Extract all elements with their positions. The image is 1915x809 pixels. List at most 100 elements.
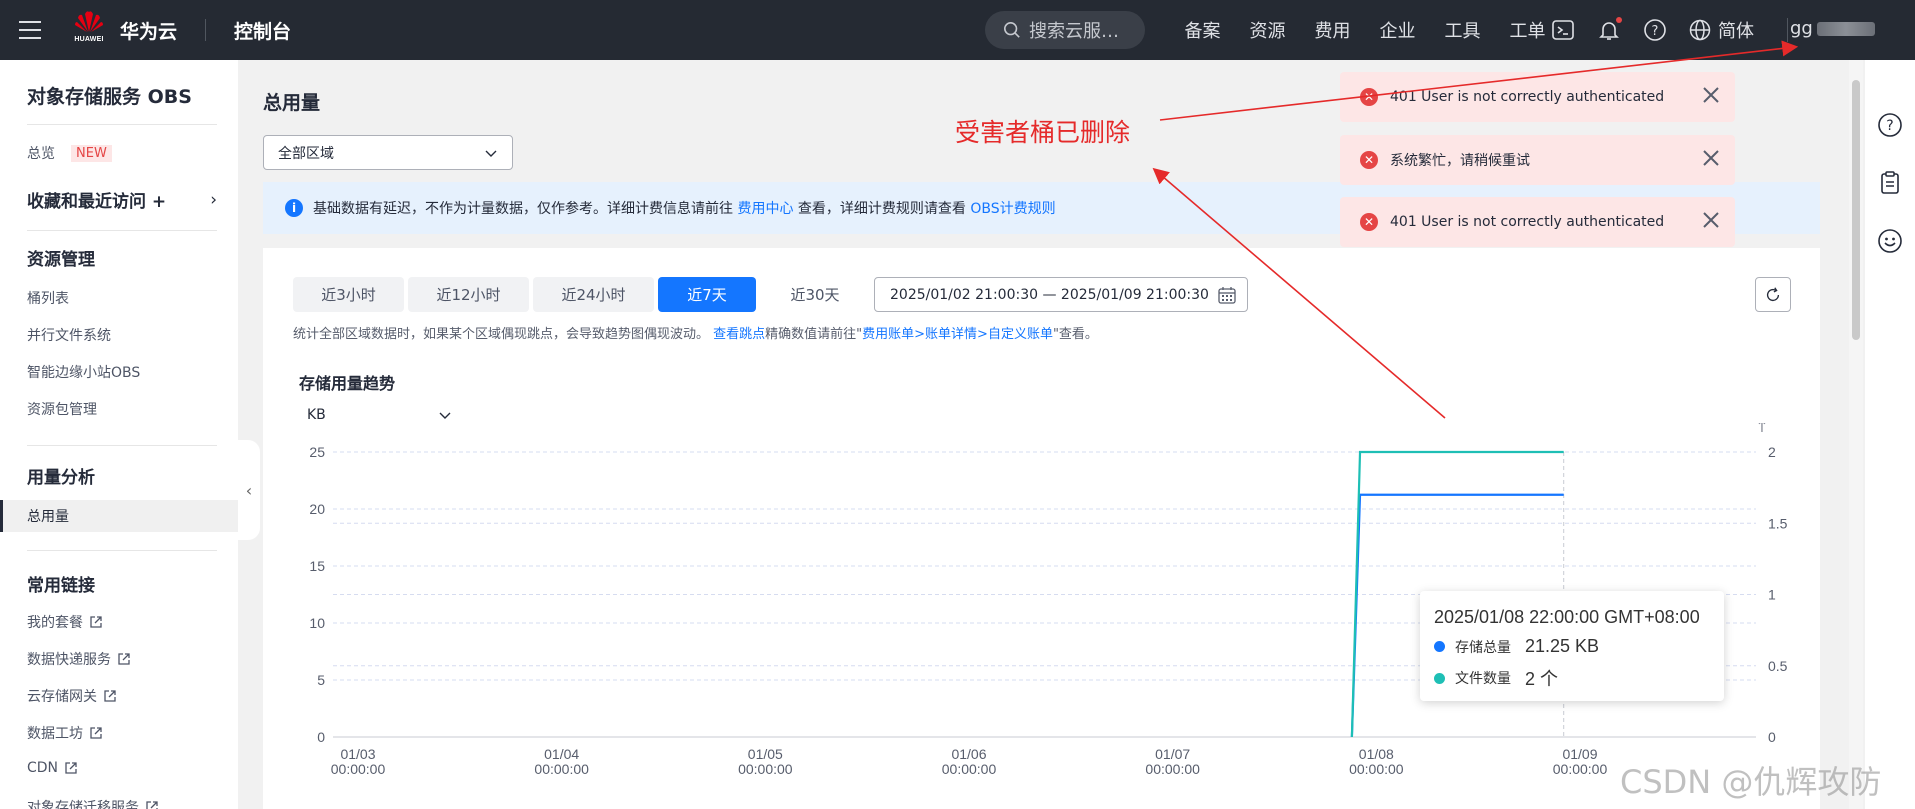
service-title: 对象存储服务 OBS — [27, 86, 192, 108]
external-link-icon — [90, 727, 102, 739]
external-link-icon — [90, 616, 102, 628]
page-title: 总用量 — [263, 92, 321, 114]
y-left-tick-label: 10 — [309, 615, 325, 631]
close-icon[interactable] — [1701, 85, 1721, 105]
section-common-links: 常用链接 — [27, 576, 95, 596]
redacted-username — [1816, 21, 1875, 36]
divider — [27, 445, 217, 446]
series-dot — [1434, 641, 1445, 652]
chart-tooltip: 2025/01/08 22:00:00 GMT+08:00 存储总量 21.25… — [1420, 591, 1724, 701]
billing-center-link[interactable]: 费用中心 — [737, 201, 793, 217]
svg-text:?: ? — [1652, 24, 1659, 39]
annotation-text: 受害者桶已删除 — [955, 118, 1131, 147]
note-text: 统计全部区域数据时，如果某个区域偶现跳点，会导致趋势图偶现波动。 — [293, 327, 710, 342]
collapse-sidebar-button[interactable]: ‹ — [238, 440, 260, 540]
tab-30d[interactable]: 近30天 — [760, 277, 870, 312]
favorites-label: 收藏和最近访问 + — [27, 192, 167, 212]
nav-enterprise[interactable]: 企业 — [1365, 17, 1430, 43]
info-text: 查看，详细计费规则请查看 — [797, 201, 966, 217]
chevron-down-icon — [439, 412, 451, 419]
search-box[interactable]: 搜索云服… — [985, 11, 1145, 49]
scrollbar[interactable] — [1849, 60, 1863, 809]
username: gg — [1790, 18, 1813, 39]
clipboard-icon[interactable] — [1877, 170, 1903, 196]
console-link[interactable]: 控制台 — [234, 17, 291, 44]
refresh-button[interactable] — [1755, 277, 1791, 312]
sidebar-favorites[interactable]: 收藏和最近访问 + › — [27, 187, 217, 213]
link-label: 对象存储迁移服务 — [27, 800, 139, 809]
huawei-logo[interactable]: HUAWEI 华为云 — [72, 10, 177, 50]
menu-icon[interactable] — [0, 0, 60, 60]
note-text: 精确数值请前往" — [765, 327, 863, 342]
nav-tools[interactable]: 工具 — [1430, 17, 1495, 43]
help-icon[interactable]: ? — [1642, 17, 1668, 43]
globe-icon — [1689, 19, 1711, 41]
nav-resources[interactable]: 资源 — [1235, 17, 1300, 43]
sidebar-link-my-package[interactable]: 我的套餐 — [27, 612, 103, 632]
close-icon[interactable] — [1701, 210, 1721, 230]
info-text: 基础数据有延迟，不作为计量数据，仅作参考。详细计费信息请前往 — [313, 201, 733, 217]
y-left-tick-label: 20 — [309, 501, 325, 517]
tooltip-series-name: 存储总量 — [1455, 638, 1511, 655]
region-select[interactable]: 全部区域 — [263, 135, 513, 170]
y-left-tick-label: 25 — [309, 444, 325, 460]
link-label: 数据快递服务 — [27, 652, 111, 668]
language-switch[interactable]: 简体 — [1688, 17, 1754, 43]
series-dot — [1434, 672, 1445, 684]
divider — [27, 550, 217, 551]
tab-24h[interactable]: 近24小时 — [533, 277, 654, 312]
terminal-icon[interactable] — [1550, 17, 1576, 43]
custom-bill-link[interactable]: 费用账单>账单详情>自定义账单 — [862, 327, 1053, 342]
info-icon: i — [285, 199, 303, 217]
huawei-petal-icon — [75, 11, 103, 33]
user-account[interactable]: gg — [1790, 18, 1875, 39]
sidebar-item-parallel-fs[interactable]: 并行文件系统 — [27, 325, 111, 345]
close-icon[interactable] — [1701, 148, 1721, 168]
svg-text:?: ? — [1886, 118, 1893, 134]
sidebar-link-migration[interactable]: 对象存储迁移服务 — [27, 797, 159, 809]
x-tick-label: 00:00:00 — [1349, 761, 1404, 777]
sidebar-link-data-workshop[interactable]: 数据工坊 — [27, 723, 103, 743]
date-range-picker[interactable]: 2025/01/02 21:00:30 — 2025/01/09 21:00:3… — [874, 277, 1248, 312]
sidebar-link-storage-gateway[interactable]: 云存储网关 — [27, 686, 117, 706]
divider — [1787, 18, 1788, 42]
obs-billing-rules-link[interactable]: OBS计费规则 — [970, 201, 1055, 217]
notification-dot — [1616, 17, 1622, 23]
tab-3h[interactable]: 近3小时 — [293, 277, 404, 312]
arrow-up-icon: ↑ — [1755, 423, 1768, 436]
new-badge: NEW — [71, 144, 112, 162]
x-tick-label: 00:00:00 — [534, 761, 589, 777]
brand-sub: HUAWEI — [74, 36, 104, 43]
link-label: CDN — [27, 760, 59, 776]
search-placeholder: 搜索云服… — [1029, 21, 1119, 42]
error-toast: ✕ 401 User is not correctly authenticate… — [1340, 197, 1735, 247]
nav-billing[interactable]: 费用 — [1300, 17, 1365, 43]
nav-filing[interactable]: 备案 — [1170, 17, 1235, 43]
tooltip-time: 2025/01/08 22:00:00 GMT+08:00 — [1434, 607, 1700, 627]
y-right-tick-label: 0 — [1768, 729, 1776, 745]
unit-select[interactable]: KB — [307, 407, 452, 423]
error-icon: ✕ — [1360, 151, 1378, 169]
toast-message: 系统繁忙，请稍候重试 — [1390, 153, 1530, 169]
smiley-feedback-icon[interactable] — [1877, 228, 1903, 254]
sidebar-item-bucket-list[interactable]: 桶列表 — [27, 288, 69, 308]
tooltip-series-value: 2 个 — [1525, 669, 1559, 689]
bell-icon[interactable] — [1596, 17, 1622, 43]
scrollbar-thumb[interactable] — [1852, 80, 1860, 340]
view-jump-points-link[interactable]: 查看跳点 — [713, 327, 765, 342]
help-icon[interactable]: ? — [1877, 112, 1903, 138]
sidebar-item-overview[interactable]: 总览 NEW — [27, 143, 112, 163]
date-range-value: 2025/01/02 21:00:30 — 2025/01/09 21:00:3… — [890, 286, 1209, 303]
sidebar-link-cdn[interactable]: CDN — [27, 760, 78, 776]
sidebar-item-package-mgmt[interactable]: 资源包管理 — [27, 399, 97, 419]
tab-7d[interactable]: 近7天 — [658, 277, 756, 312]
chevron-right-icon: › — [210, 189, 217, 210]
watermark: CSDN @仇辉攻防 — [1620, 763, 1882, 801]
error-toast: ✕ 401 User is not correctly authenticate… — [1340, 72, 1735, 122]
chevron-left-icon: ‹ — [245, 480, 253, 500]
toast-message: 401 User is not correctly authenticated — [1390, 214, 1665, 230]
calendar-icon — [1218, 286, 1236, 304]
sidebar-link-data-express[interactable]: 数据快递服务 — [27, 649, 131, 669]
sidebar-item-edge-obs[interactable]: 智能边缘小站OBS — [27, 362, 140, 382]
tab-12h[interactable]: 近12小时 — [408, 277, 529, 312]
